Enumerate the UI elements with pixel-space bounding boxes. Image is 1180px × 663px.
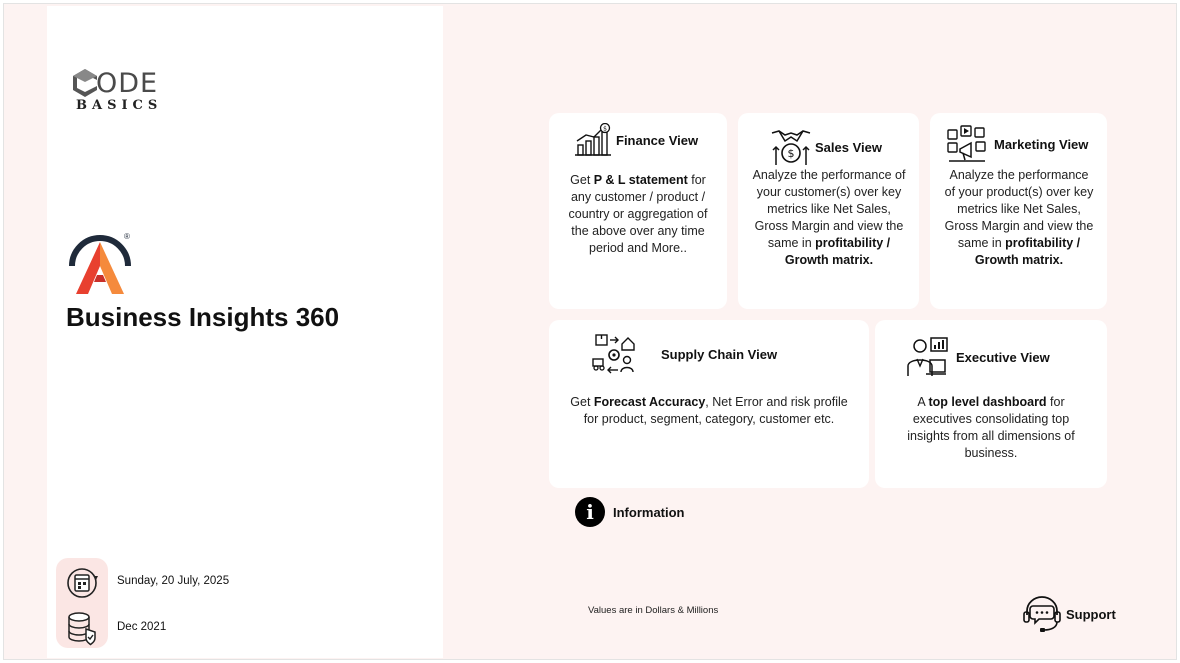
svg-text:$: $ bbox=[788, 147, 795, 160]
codebasics-c-icon bbox=[73, 69, 97, 97]
supply-chain-highlight: Forecast Accuracy bbox=[593, 395, 706, 409]
marketing-card-header: Marketing View bbox=[947, 125, 1088, 163]
calendar-refresh-icon bbox=[64, 565, 100, 601]
support-label: Support bbox=[1066, 606, 1116, 622]
marketing-view-card[interactable]: Marketing View Analyze the performance o… bbox=[930, 113, 1107, 309]
executive-highlight: top level dashboard bbox=[928, 395, 1047, 409]
values-units-note: Values are in Dollars & Millions bbox=[588, 605, 719, 616]
sales-view-card[interactable]: $ Sales View Analyze the performance of … bbox=[738, 113, 919, 309]
sales-card-header: $ Sales View bbox=[771, 127, 882, 167]
marketing-card-title: Marketing View bbox=[994, 136, 1089, 152]
finance-card-header: $ Finance View bbox=[574, 123, 698, 157]
support-button[interactable]: Support bbox=[1022, 595, 1116, 633]
finance-card-title: Finance View bbox=[616, 132, 699, 148]
executive-presenter-icon bbox=[907, 337, 948, 376]
information-button[interactable]: i Information bbox=[575, 497, 685, 527]
handshake-money-icon: $ bbox=[771, 130, 811, 165]
executive-view-card[interactable]: Executive View A top level dashboard for… bbox=[875, 320, 1107, 488]
finance-view-card[interactable]: $ Finance View Get P & L statement for a… bbox=[549, 113, 727, 309]
codebasics-logo: ODE BASICS bbox=[72, 68, 172, 114]
supply-chain-card-title: Supply Chain View bbox=[661, 346, 778, 362]
finance-growth-icon: $ bbox=[575, 123, 611, 156]
sales-card-description: Analyze the performance of your customer… bbox=[752, 168, 906, 267]
logo-text-ode: ODE bbox=[96, 68, 159, 99]
information-label: Information bbox=[613, 504, 685, 520]
executive-card-description: A top level dashboard for executives con… bbox=[907, 395, 1075, 460]
atliq-brand-mark: ® bbox=[68, 232, 134, 296]
supply-chain-icon bbox=[592, 334, 635, 374]
marketing-media-icon bbox=[947, 125, 986, 162]
supply-chain-view-card[interactable]: Supply Chain View Get Forecast Accuracy,… bbox=[549, 320, 869, 488]
supply-chain-card-header: Supply Chain View bbox=[592, 334, 777, 374]
sales-card-title: Sales View bbox=[815, 139, 882, 155]
headset-chat-icon bbox=[1023, 596, 1061, 632]
registered-mark: ® bbox=[124, 232, 130, 241]
logo-text-basics: BASICS bbox=[76, 98, 163, 113]
executive-card-title: Executive View bbox=[956, 349, 1050, 365]
current-date-label: Sunday, 20 July, 2025 bbox=[117, 575, 230, 587]
data-refresh-label: Dec 2021 bbox=[117, 621, 167, 633]
info-icon: i bbox=[575, 497, 605, 527]
svg-text:$: $ bbox=[603, 126, 607, 133]
marketing-card-description: Analyze the performance of your product(… bbox=[944, 168, 1094, 267]
app-title: Business Insights 360 bbox=[66, 302, 340, 332]
executive-card-header: Executive View bbox=[906, 336, 1050, 378]
atliq-a-icon bbox=[69, 235, 131, 294]
finance-highlight: P & L statement bbox=[593, 173, 688, 187]
finance-card-description: Get P & L statement for any customer / p… bbox=[568, 173, 708, 255]
supply-chain-card-description: Get Forecast Accuracy, Net Error and ris… bbox=[570, 395, 848, 426]
database-shield-icon bbox=[64, 610, 100, 646]
